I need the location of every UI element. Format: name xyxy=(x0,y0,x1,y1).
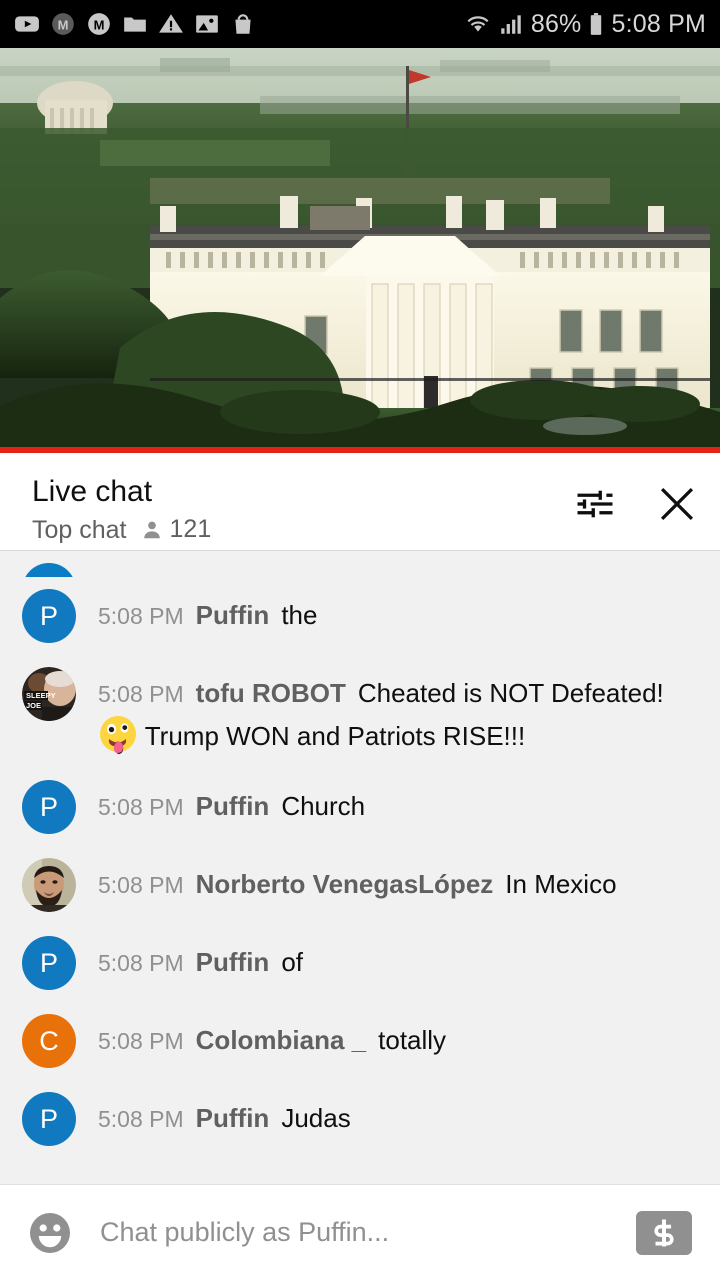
message-body xyxy=(98,563,698,569)
avatar[interactable] xyxy=(22,563,76,577)
warning-triangle-icon xyxy=(159,14,183,33)
list-item[interactable]: 5:08 PM Norberto VenegasLópez In Mexico xyxy=(0,846,720,924)
shopping-bag-icon xyxy=(235,14,251,34)
sleepy-joe-meme-avatar: SLEEPY JOE xyxy=(22,667,76,721)
video-player[interactable] xyxy=(0,48,720,453)
avatar[interactable]: C xyxy=(22,1014,76,1068)
super-chat-button[interactable] xyxy=(636,1210,692,1255)
message-body: 5:08 PM Colombiana _ totally xyxy=(98,1014,698,1061)
avatar-initial: P xyxy=(39,600,58,631)
message-body: 5:08 PM tofu ROBOT Cheated is NOT Defeated… xyxy=(98,667,698,756)
message-text: In Mexico xyxy=(505,869,617,899)
svg-text:M: M xyxy=(94,17,105,32)
folder-icon xyxy=(124,17,146,32)
tune-icon xyxy=(577,490,613,518)
list-item[interactable]: C 5:08 PM Colombiana _ totally xyxy=(0,1002,720,1080)
youtube-icon xyxy=(15,16,39,32)
page-title: Live chat xyxy=(32,475,153,508)
message-body: 5:08 PM Puffin the xyxy=(98,589,698,636)
avatar[interactable]: P xyxy=(22,589,76,643)
dollar-superchat-icon xyxy=(654,1219,674,1246)
avatar-initial: P xyxy=(39,1103,58,1134)
message-author[interactable]: tofu ROBOT xyxy=(196,678,346,708)
svg-text:SLEEPY: SLEEPY xyxy=(26,691,56,700)
m-outline-icon: M xyxy=(88,13,110,35)
close-icon xyxy=(660,487,694,521)
list-item[interactable]: SLEEPY JOE 5:08 PM tofu ROBOT Cheated is N… xyxy=(0,655,720,768)
message-author[interactable]: Puffin xyxy=(196,947,270,977)
status-bar-notification-icons: M M xyxy=(14,11,256,37)
chat-message-list[interactable]: P 5:08 PM Puffin the SLEEPY JOE 5:08 PM … xyxy=(0,550,720,1184)
svg-text:JOE: JOE xyxy=(26,701,41,710)
live-chat-header: Live chat Top chat 121 xyxy=(0,453,720,550)
m-filled-icon: M xyxy=(52,13,74,35)
list-item[interactable]: P 5:08 PM Puffin Judas xyxy=(0,1080,720,1158)
battery-icon xyxy=(591,12,602,35)
message-body: 5:08 PM Puffin of xyxy=(98,936,698,983)
message-text: Judas xyxy=(281,1103,351,1133)
avatar[interactable]: P xyxy=(22,936,76,990)
message-author[interactable]: Puffin xyxy=(196,1103,270,1133)
chat-mode-label[interactable]: Top chat xyxy=(32,516,127,544)
bearded-man-avatar xyxy=(22,858,76,912)
message-author[interactable]: Puffin xyxy=(196,600,270,630)
message-text: totally xyxy=(378,1025,447,1055)
message-text: Cheated is NOT Defeated! xyxy=(357,678,664,708)
emoji-picker-button[interactable] xyxy=(26,1209,74,1257)
status-bar: M M 86% 5:08 PM xyxy=(0,0,720,48)
emoji-smiley-icon xyxy=(30,1212,70,1253)
battery-percent-label: 86% xyxy=(530,9,582,38)
avatar[interactable] xyxy=(22,858,76,912)
message-body: 5:08 PM Puffin Judas xyxy=(98,1092,698,1139)
chat-header-titles: Live chat Top chat 121 xyxy=(32,475,211,544)
message-timestamp: 5:08 PM xyxy=(98,872,184,898)
person-icon xyxy=(143,521,160,538)
image-icon xyxy=(196,15,218,33)
list-item[interactable]: P 5:08 PM Puffin Church xyxy=(0,768,720,846)
message-author[interactable]: Colombiana _ xyxy=(196,1025,366,1055)
zany-face-emoji xyxy=(100,716,136,754)
wifi-icon xyxy=(467,16,489,32)
avatar-initial: P xyxy=(39,791,58,822)
list-item[interactable] xyxy=(0,551,720,577)
viewer-count-group: 121 xyxy=(141,515,212,544)
avatar[interactable]: SLEEPY JOE xyxy=(22,667,76,721)
avatar[interactable]: P xyxy=(22,780,76,834)
chat-input[interactable] xyxy=(100,1217,622,1248)
avatar-initial: P xyxy=(39,947,58,978)
message-text: Church xyxy=(281,791,366,821)
viewer-count-label: 121 xyxy=(169,515,212,543)
message-timestamp: 5:08 PM xyxy=(98,1106,184,1132)
message-timestamp: 5:08 PM xyxy=(98,950,184,976)
svg-text:M: M xyxy=(58,17,69,32)
video-frame-whitehouse xyxy=(0,48,720,453)
youtube-live-chat-screen: M M 86% 5:08 PM Live chat Top chat 121 P… xyxy=(0,0,720,1280)
chat-settings-button[interactable] xyxy=(574,483,616,525)
chat-header-subtitle: Top chat 121 xyxy=(32,515,211,544)
message-timestamp: 5:08 PM xyxy=(98,1028,184,1054)
chat-composer xyxy=(0,1184,720,1280)
close-chat-button[interactable] xyxy=(656,483,698,525)
status-bar-system-icons: 86% 5:08 PM xyxy=(465,10,706,39)
message-body: 5:08 PM Puffin Church xyxy=(98,780,698,827)
cell-signal-icon xyxy=(501,15,521,34)
message-text-line2: Trump WON and Patriots RISE!!! xyxy=(144,721,526,751)
avatar-initial: C xyxy=(39,1025,59,1056)
message-text: of xyxy=(281,947,303,977)
message-text: the xyxy=(281,600,318,630)
message-author[interactable]: Puffin xyxy=(196,791,270,821)
status-bar-clock: 5:08 PM xyxy=(611,9,706,38)
message-timestamp: 5:08 PM xyxy=(98,794,184,820)
list-item[interactable]: P 5:08 PM Puffin the xyxy=(0,577,720,655)
list-item[interactable]: P 5:08 PM Puffin of xyxy=(0,924,720,1002)
message-body: 5:08 PM Norberto VenegasLópez In Mexico xyxy=(98,858,698,905)
message-timestamp: 5:08 PM xyxy=(98,603,184,629)
avatar[interactable]: P xyxy=(22,1092,76,1146)
chat-header-actions xyxy=(574,475,698,525)
message-timestamp: 5:08 PM xyxy=(98,681,184,707)
message-author[interactable]: Norberto VenegasLópez xyxy=(196,869,494,899)
